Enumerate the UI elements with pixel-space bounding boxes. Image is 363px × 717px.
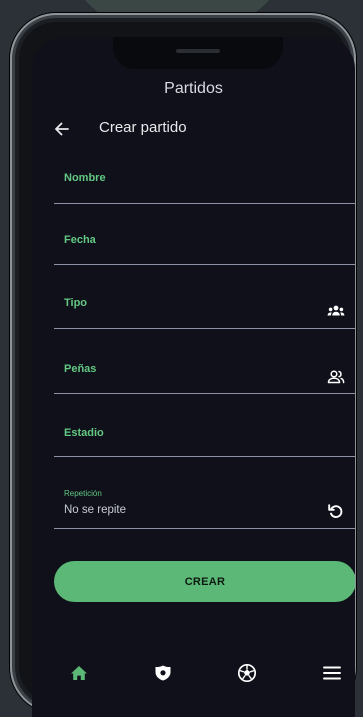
- menu-icon: [323, 666, 341, 680]
- nombre-label: Nombre: [64, 172, 106, 184]
- nav-teams[interactable]: [151, 661, 175, 685]
- bottom-navigation: [32, 655, 355, 695]
- phone-frame: Partidos Crear partido Nombre Fecha Tipo: [10, 13, 356, 717]
- tipo-field[interactable]: Tipo: [54, 287, 355, 329]
- estadio-label: Estadio: [64, 427, 104, 439]
- app-screen: Partidos Crear partido Nombre Fecha Tipo: [32, 37, 355, 717]
- fecha-field[interactable]: Fecha: [54, 224, 355, 265]
- group-icon[interactable]: [326, 301, 346, 321]
- create-button[interactable]: CREAR: [54, 561, 355, 602]
- repeticion-label: Repetición: [64, 489, 102, 498]
- speaker-grille: [176, 49, 220, 53]
- repeticion-value: No se repite: [64, 504, 127, 516]
- arrow-left-icon: [55, 122, 69, 136]
- repeat-icon[interactable]: [326, 501, 346, 521]
- estadio-field[interactable]: Estadio: [54, 415, 355, 457]
- app-title: Partidos: [164, 80, 223, 97]
- tipo-label: Tipo: [64, 297, 88, 309]
- nombre-field[interactable]: Nombre: [54, 163, 355, 204]
- phone-notch: [113, 37, 283, 69]
- page-title: Crear partido: [99, 119, 187, 136]
- repeticion-field[interactable]: Repetición No se repite: [54, 486, 355, 529]
- nav-menu[interactable]: [320, 661, 344, 685]
- penas-field[interactable]: Peñas: [54, 352, 355, 394]
- penas-label: Peñas: [64, 363, 97, 375]
- fecha-label: Fecha: [64, 234, 96, 246]
- nav-home[interactable]: [67, 661, 91, 685]
- app-bar: Crear partido: [32, 117, 355, 141]
- shield-icon: [155, 665, 171, 681]
- soccer-ball-icon: [237, 663, 257, 683]
- nav-matches[interactable]: [235, 661, 259, 685]
- back-button[interactable]: [52, 119, 72, 139]
- home-icon: [71, 666, 87, 680]
- people-icon[interactable]: [326, 367, 346, 387]
